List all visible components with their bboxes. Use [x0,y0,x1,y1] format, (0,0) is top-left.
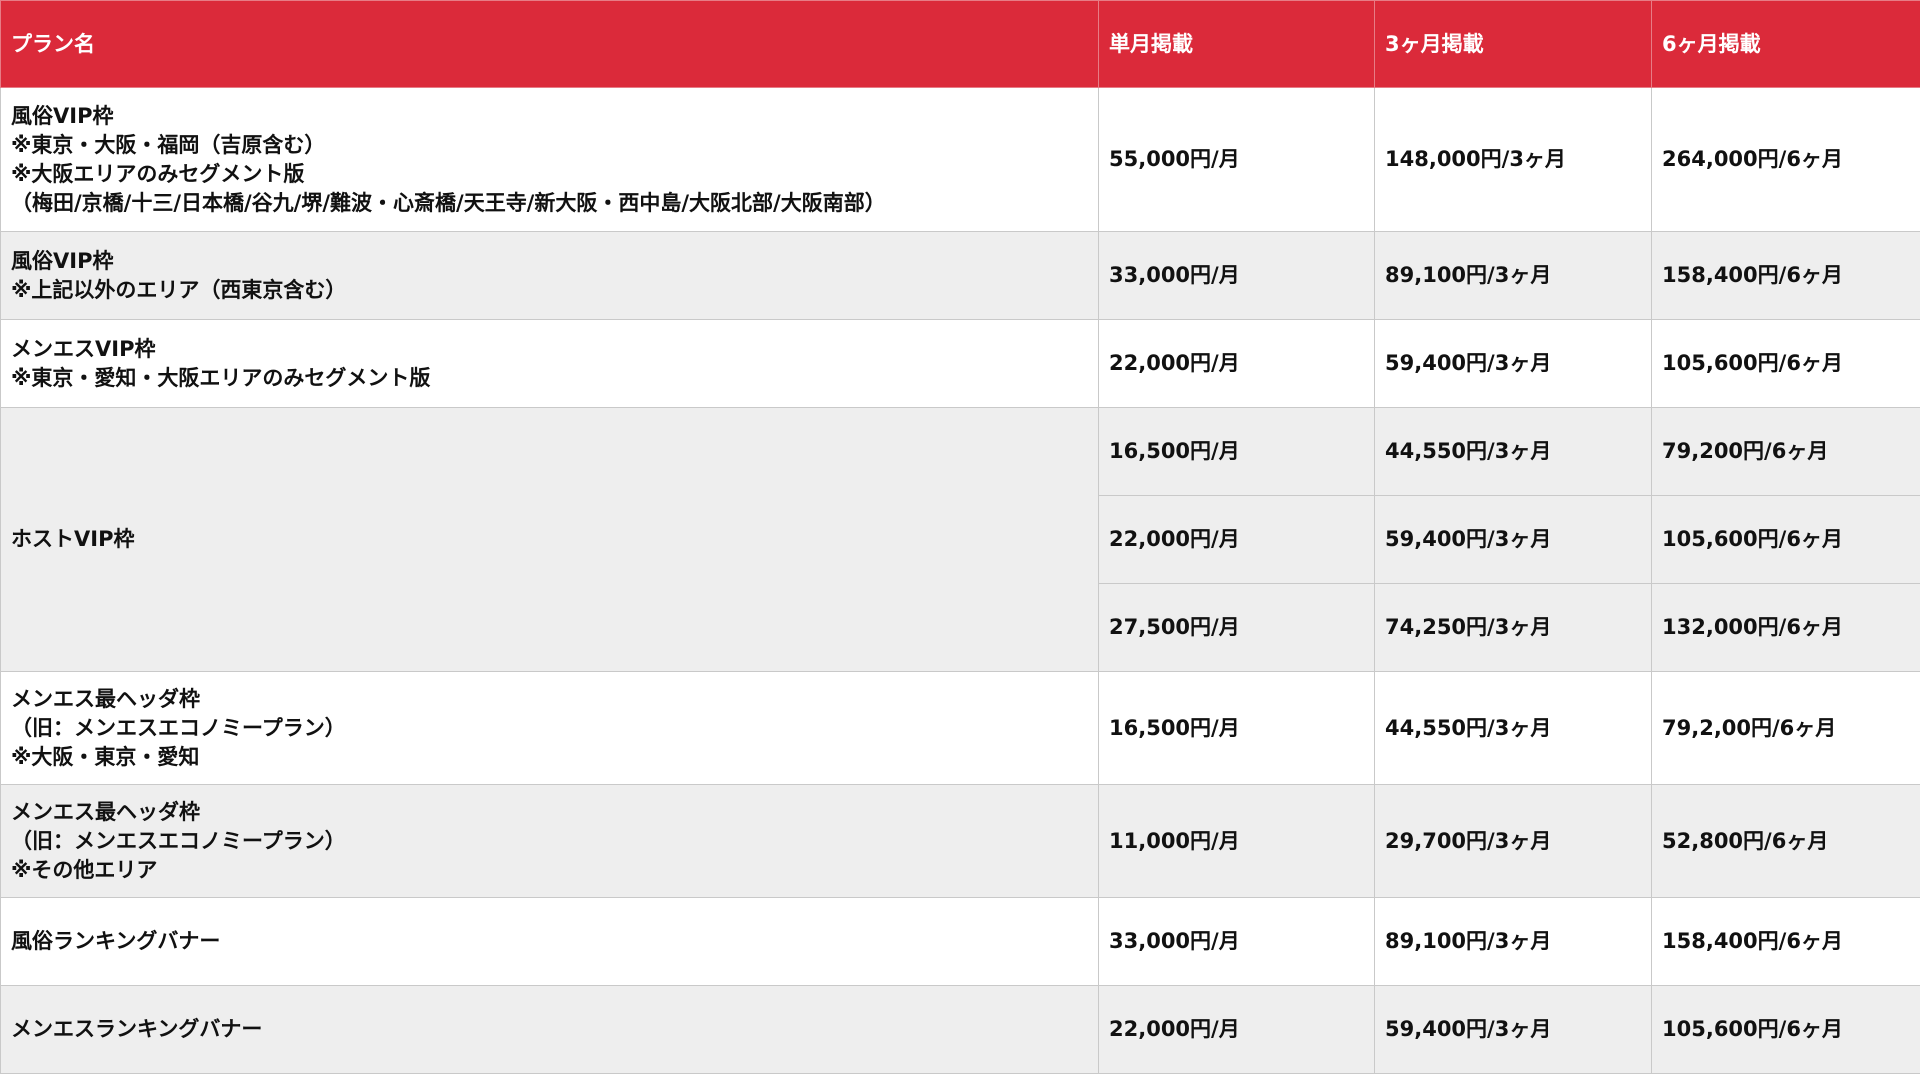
plan-cell: メンエスVIP枠 ※東京・愛知・大阪エリアのみセグメント版 [0,319,1099,408]
plan-name: 風俗VIP枠 [11,103,114,128]
price-one-month: 16,500円/月 [1098,671,1375,785]
plan-note: ※大阪エリアのみセグメント版 [11,161,305,186]
plan-name: 風俗VIP枠 [11,248,114,273]
table-row: メンエス最ヘッダ枠 （旧：メンエスエコノミープラン） ※その他エリア 11,00… [0,784,1920,898]
plan-note: ※その他エリア [11,857,158,882]
header-plan-name: プラン名 [0,0,1099,88]
price-three-months: 59,400円/3ヶ月 [1374,985,1652,1074]
price-six-months: 79,2,00円/6ヶ月 [1651,671,1920,785]
table-row: 風俗VIP枠 ※東京・大阪・福岡（吉原含む） ※大阪エリアのみセグメント版 （梅… [0,87,1920,232]
price-one-month: 22,000円/月 [1098,985,1375,1074]
plan-name: ホストVIP枠 [11,527,135,551]
plan-note: ※東京・大阪・福岡（吉原含む） [11,132,326,157]
price-three-months: 59,400円/3ヶ月 [1374,319,1652,408]
price-one-month: 22,000円/月 [1098,319,1375,408]
plan-cell: 風俗VIP枠 ※上記以外のエリア（西東京含む） [0,231,1099,320]
price-six-months: 79,200円/6ヶ月 [1651,407,1920,496]
plan-cell: メンエス最ヘッダ枠 （旧：メンエスエコノミープラン） ※その他エリア [0,784,1099,898]
table-row: 風俗VIP枠 ※上記以外のエリア（西東京含む） 33,000円/月 89,100… [0,231,1920,320]
pricing-table: プラン名 単月掲載 3ヶ月掲載 6ヶ月掲載 風俗VIP枠 ※東京・大阪・福岡（吉… [0,0,1920,1074]
table-row: 風俗ランキングバナー 33,000円/月 89,100円/3ヶ月 158,400… [0,897,1920,986]
header-row: プラン名 単月掲載 3ヶ月掲載 6ヶ月掲載 [0,0,1920,88]
table-row: ホストVIP枠 16,500円/月 44,550円/3ヶ月 79,200円/6ヶ… [0,407,1920,672]
plan-cell: 風俗ランキングバナー [0,897,1099,986]
plan-cell: メンエス最ヘッダ枠 （旧：メンエスエコノミープラン） ※大阪・東京・愛知 [0,671,1099,785]
price-one-month: 22,000円/月 [1098,495,1375,584]
plan-cell: ホストVIP枠 [0,407,1099,672]
price-six-months: 158,400円/6ヶ月 [1651,897,1920,986]
price-one-month: 16,500円/月 [1098,407,1375,496]
price-three-months: 29,700円/3ヶ月 [1374,784,1652,898]
table-row: メンエス最ヘッダ枠 （旧：メンエスエコノミープラン） ※大阪・東京・愛知 16,… [0,671,1920,785]
table-header: プラン名 単月掲載 3ヶ月掲載 6ヶ月掲載 [0,0,1920,88]
plan-name: メンエスVIP枠 [11,336,156,361]
plan-note: （旧：メンエスエコノミープラン） [11,828,346,853]
price-three-months: 89,100円/3ヶ月 [1374,897,1652,986]
price-six-months: 105,600円/6ヶ月 [1651,319,1920,408]
plan-name: 風俗ランキングバナー [11,929,221,953]
price-three-months: 148,000円/3ヶ月 [1374,87,1652,232]
table-row: メンエスランキングバナー 22,000円/月 59,400円/3ヶ月 105,6… [0,985,1920,1074]
header-three-months: 3ヶ月掲載 [1374,0,1652,88]
price-six-months: 52,800円/6ヶ月 [1651,784,1920,898]
price-six-months: 132,000円/6ヶ月 [1651,583,1920,672]
header-six-months: 6ヶ月掲載 [1651,0,1920,88]
price-six-months: 105,600円/6ヶ月 [1651,985,1920,1074]
plan-note: ※上記以外のエリア（西東京含む） [11,277,347,302]
price-one-month: 33,000円/月 [1098,897,1375,986]
plan-cell: メンエスランキングバナー [0,985,1099,1074]
price-six-months: 105,600円/6ヶ月 [1651,495,1920,584]
plan-cell: 風俗VIP枠 ※東京・大阪・福岡（吉原含む） ※大阪エリアのみセグメント版 （梅… [0,87,1099,232]
price-three-months: 44,550円/3ヶ月 [1374,407,1652,496]
price-three-months: 59,400円/3ヶ月 [1374,495,1652,584]
price-one-month: 33,000円/月 [1098,231,1375,320]
plan-name: メンエス最ヘッダ枠 [11,686,200,711]
plan-note: ※東京・愛知・大阪エリアのみセグメント版 [11,365,431,390]
price-six-months: 264,000円/6ヶ月 [1651,87,1920,232]
price-three-months: 44,550円/3ヶ月 [1374,671,1652,785]
price-three-months: 89,100円/3ヶ月 [1374,231,1652,320]
plan-name: メンエスランキングバナー [11,1017,263,1041]
price-one-month: 27,500円/月 [1098,583,1375,672]
plan-note: ※大阪・東京・愛知 [11,744,200,769]
table-body: 風俗VIP枠 ※東京・大阪・福岡（吉原含む） ※大阪エリアのみセグメント版 （梅… [0,87,1920,1074]
plan-name: メンエス最ヘッダ枠 [11,799,200,824]
price-one-month: 11,000円/月 [1098,784,1375,898]
table-row: メンエスVIP枠 ※東京・愛知・大阪エリアのみセグメント版 22,000円/月 … [0,319,1920,408]
header-one-month: 単月掲載 [1098,0,1375,88]
plan-note: （旧：メンエスエコノミープラン） [11,715,346,740]
price-three-months: 74,250円/3ヶ月 [1374,583,1652,672]
price-one-month: 55,000円/月 [1098,87,1375,232]
price-six-months: 158,400円/6ヶ月 [1651,231,1920,320]
plan-note: （梅田/京橋/十三/日本橋/谷九/堺/難波・心斎橋/天王寺/新大阪・西中島/大阪… [11,190,886,215]
